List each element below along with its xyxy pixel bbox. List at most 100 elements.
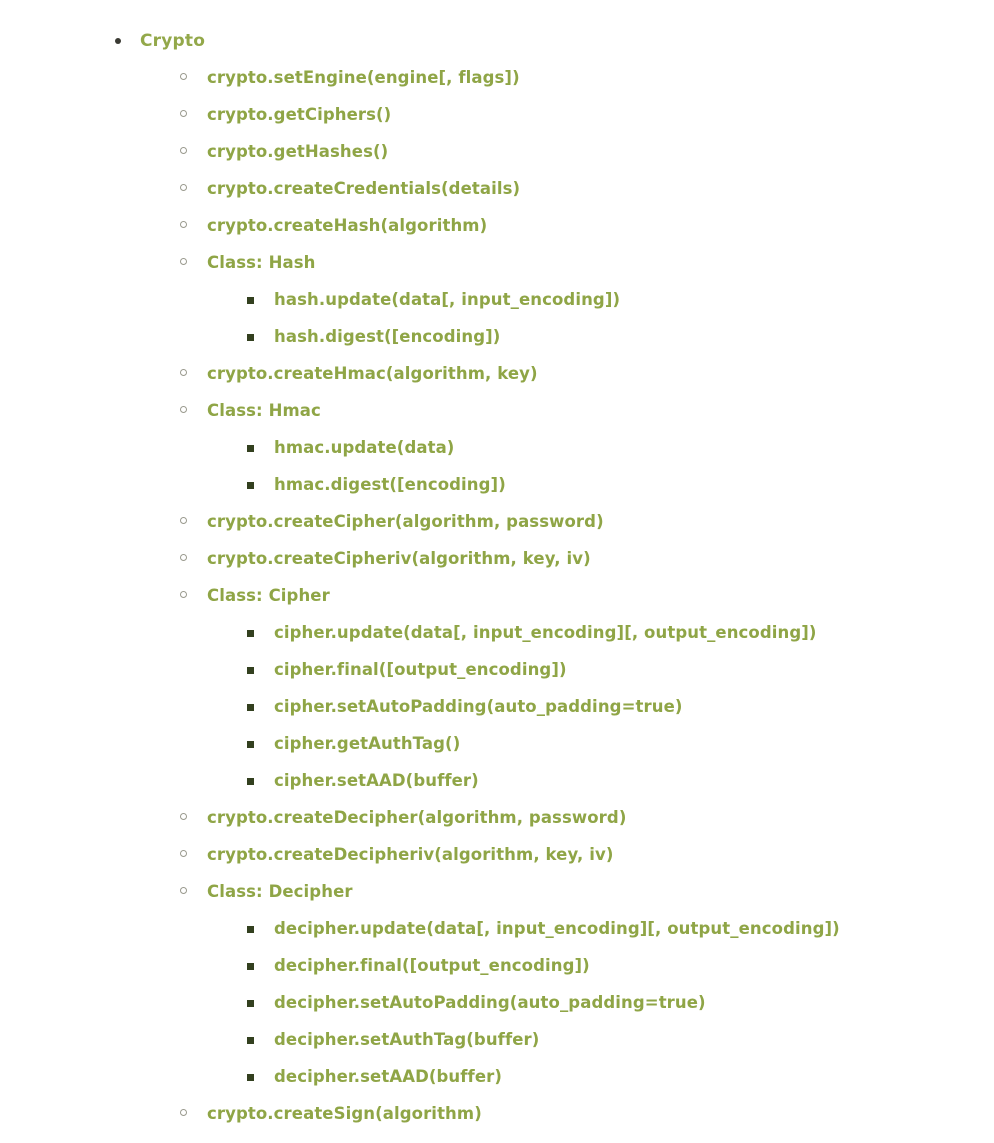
- toc-item-row[interactable]: Class: Hash: [170, 244, 994, 281]
- ring-bullet-icon: [180, 110, 187, 117]
- toc-item-label[interactable]: crypto.createDecipher(algorithm, passwor…: [207, 799, 626, 836]
- toc-item-row[interactable]: Class: Hmac: [170, 392, 994, 429]
- toc-subitem-row[interactable]: hash.update(data[, input_encoding]): [238, 281, 994, 318]
- toc-item-label[interactable]: crypto.getHashes(): [207, 133, 388, 170]
- toc-item: crypto.createCredentials(details): [170, 170, 994, 207]
- toc-item: crypto.getCiphers(): [170, 96, 994, 133]
- toc-level-3-list: decipher.update(data[, input_encoding][,…: [170, 910, 994, 1095]
- toc-level-2-list: crypto.setEngine(engine[, flags]) crypto.…: [104, 59, 994, 1132]
- ring-bullet-icon: [180, 850, 187, 857]
- ring-bullet-icon: [180, 887, 187, 894]
- toc-subitem-row[interactable]: cipher.setAutoPadding(auto_padding=true): [238, 688, 994, 725]
- toc-item: crypto.setEngine(engine[, flags]): [170, 59, 994, 96]
- toc-subitem: hash.update(data[, input_encoding]): [238, 281, 994, 318]
- toc-subitem-row[interactable]: cipher.update(data[, input_encoding][, o…: [238, 614, 994, 651]
- toc-subitem-label[interactable]: hmac.update(data): [274, 429, 454, 466]
- toc-item-row[interactable]: crypto.createHmac(algorithm, key): [170, 355, 994, 392]
- ring-bullet-icon: [180, 73, 187, 80]
- toc-subitem-row[interactable]: decipher.setAutoPadding(auto_padding=tru…: [238, 984, 994, 1021]
- ring-bullet-icon: [180, 369, 187, 376]
- toc-subitem-row[interactable]: hmac.digest([encoding]): [238, 466, 994, 503]
- toc-item-row[interactable]: Class: Cipher: [170, 577, 994, 614]
- square-bullet-icon: [247, 445, 254, 452]
- toc-subitem-row[interactable]: decipher.update(data[, input_encoding][,…: [238, 910, 994, 947]
- toc-item-label[interactable]: crypto.getCiphers(): [207, 96, 391, 133]
- toc-item: crypto.getHashes(): [170, 133, 994, 170]
- toc-item-label[interactable]: crypto.createCredentials(details): [207, 170, 520, 207]
- toc-item-label[interactable]: Class: Hmac: [207, 392, 321, 429]
- square-bullet-icon: [247, 630, 254, 637]
- toc-item-row[interactable]: crypto.setEngine(engine[, flags]): [170, 59, 994, 96]
- toc-subitem: hmac.digest([encoding]): [238, 466, 994, 503]
- toc-item: crypto.createDecipheriv(algorithm, key, …: [170, 836, 994, 873]
- toc-item-label[interactable]: crypto.createHmac(algorithm, key): [207, 355, 538, 392]
- toc-subitem-label[interactable]: decipher.setAAD(buffer): [274, 1058, 502, 1095]
- toc-item-row[interactable]: crypto.getHashes(): [170, 133, 994, 170]
- ring-bullet-icon: [180, 1109, 187, 1116]
- toc-subitem: cipher.setAAD(buffer): [238, 762, 994, 799]
- toc-subitem-label[interactable]: hash.digest([encoding]): [274, 318, 500, 355]
- toc-item-row[interactable]: crypto.getCiphers(): [170, 96, 994, 133]
- toc-subitem-label[interactable]: decipher.update(data[, input_encoding][,…: [274, 910, 840, 947]
- toc-item: crypto.createCipheriv(algorithm, key, iv…: [170, 540, 994, 577]
- toc-item-label[interactable]: Class: Hash: [207, 244, 316, 281]
- toc-root-label[interactable]: Crypto: [140, 23, 205, 60]
- toc-subitem: cipher.final([output_encoding]): [238, 651, 994, 688]
- toc-item-row[interactable]: crypto.createDecipher(algorithm, passwor…: [170, 799, 994, 836]
- toc-subitem-row[interactable]: hash.digest([encoding]): [238, 318, 994, 355]
- toc-item: Class: Decipher decipher.update(data[, in…: [170, 873, 994, 1095]
- square-bullet-icon: [247, 704, 254, 711]
- toc-item-label[interactable]: crypto.createHash(algorithm): [207, 207, 487, 244]
- toc-subitem-label[interactable]: cipher.getAuthTag(): [274, 725, 460, 762]
- toc-subitem: cipher.update(data[, input_encoding][, o…: [238, 614, 994, 651]
- toc-item-row[interactable]: crypto.createDecipheriv(algorithm, key, …: [170, 836, 994, 873]
- toc-subitem-row[interactable]: decipher.final([output_encoding]): [238, 947, 994, 984]
- toc-item-row[interactable]: crypto.createSign(algorithm): [170, 1095, 994, 1132]
- toc-level-3-list: hmac.update(data) hmac.digest([encoding]): [170, 429, 994, 503]
- toc-subitem-label[interactable]: cipher.final([output_encoding]): [274, 651, 567, 688]
- toc-subitem-label[interactable]: decipher.setAutoPadding(auto_padding=tru…: [274, 984, 706, 1021]
- toc-subitem-row[interactable]: cipher.getAuthTag(): [238, 725, 994, 762]
- toc-root-row[interactable]: Crypto: [104, 22, 994, 59]
- toc-item-row[interactable]: Class: Decipher: [170, 873, 994, 910]
- square-bullet-icon: [247, 926, 254, 933]
- toc-item-label[interactable]: Class: Decipher: [207, 873, 353, 910]
- square-bullet-icon: [247, 1074, 254, 1081]
- ring-bullet-icon: [180, 221, 187, 228]
- toc-item: crypto.createDecipher(algorithm, passwor…: [170, 799, 994, 836]
- toc-level-3-list: cipher.update(data[, input_encoding][, o…: [170, 614, 994, 799]
- toc-subitem-label[interactable]: cipher.update(data[, input_encoding][, o…: [274, 614, 817, 651]
- toc-item: Class: Hmac hmac.update(data) hmac.digest(…: [170, 392, 994, 503]
- toc-subitem-row[interactable]: cipher.setAAD(buffer): [238, 762, 994, 799]
- toc-item-label[interactable]: crypto.createCipher(algorithm, password): [207, 503, 604, 540]
- square-bullet-icon: [247, 297, 254, 304]
- ring-bullet-icon: [180, 554, 187, 561]
- toc-item-row[interactable]: crypto.createHash(algorithm): [170, 207, 994, 244]
- toc-subitem-label[interactable]: cipher.setAutoPadding(auto_padding=true): [274, 688, 683, 725]
- ring-bullet-icon: [180, 517, 187, 524]
- ring-bullet-icon: [180, 813, 187, 820]
- square-bullet-icon: [247, 778, 254, 785]
- toc-subitem: decipher.update(data[, input_encoding][,…: [238, 910, 994, 947]
- toc-subitem-label[interactable]: decipher.final([output_encoding]): [274, 947, 590, 984]
- toc-subitem-row[interactable]: decipher.setAAD(buffer): [238, 1058, 994, 1095]
- toc-subitem-row[interactable]: decipher.setAuthTag(buffer): [238, 1021, 994, 1058]
- toc-subitem-row[interactable]: hmac.update(data): [238, 429, 994, 466]
- toc-item-row[interactable]: crypto.createCipher(algorithm, password): [170, 503, 994, 540]
- toc-level-3-list: hash.update(data[, input_encoding]) hash.…: [170, 281, 994, 355]
- toc-subitem-label[interactable]: cipher.setAAD(buffer): [274, 762, 479, 799]
- toc-item-label[interactable]: Class: Cipher: [207, 577, 330, 614]
- toc-item-label[interactable]: crypto.createCipheriv(algorithm, key, iv…: [207, 540, 591, 577]
- ring-bullet-icon: [180, 147, 187, 154]
- square-bullet-icon: [247, 334, 254, 341]
- toc-item-label[interactable]: crypto.createSign(algorithm): [207, 1095, 482, 1132]
- toc-subitem-label[interactable]: hmac.digest([encoding]): [274, 466, 506, 503]
- toc-item-row[interactable]: crypto.createCipheriv(algorithm, key, iv…: [170, 540, 994, 577]
- toc-item: Class: Cipher cipher.update(data[, input_…: [170, 577, 994, 799]
- toc-item-row[interactable]: crypto.createCredentials(details): [170, 170, 994, 207]
- toc-subitem-label[interactable]: decipher.setAuthTag(buffer): [274, 1021, 539, 1058]
- toc-subitem-row[interactable]: cipher.final([output_encoding]): [238, 651, 994, 688]
- toc-item-label[interactable]: crypto.setEngine(engine[, flags]): [207, 59, 520, 96]
- toc-item-label[interactable]: crypto.createDecipheriv(algorithm, key, …: [207, 836, 614, 873]
- toc-subitem-label[interactable]: hash.update(data[, input_encoding]): [274, 281, 620, 318]
